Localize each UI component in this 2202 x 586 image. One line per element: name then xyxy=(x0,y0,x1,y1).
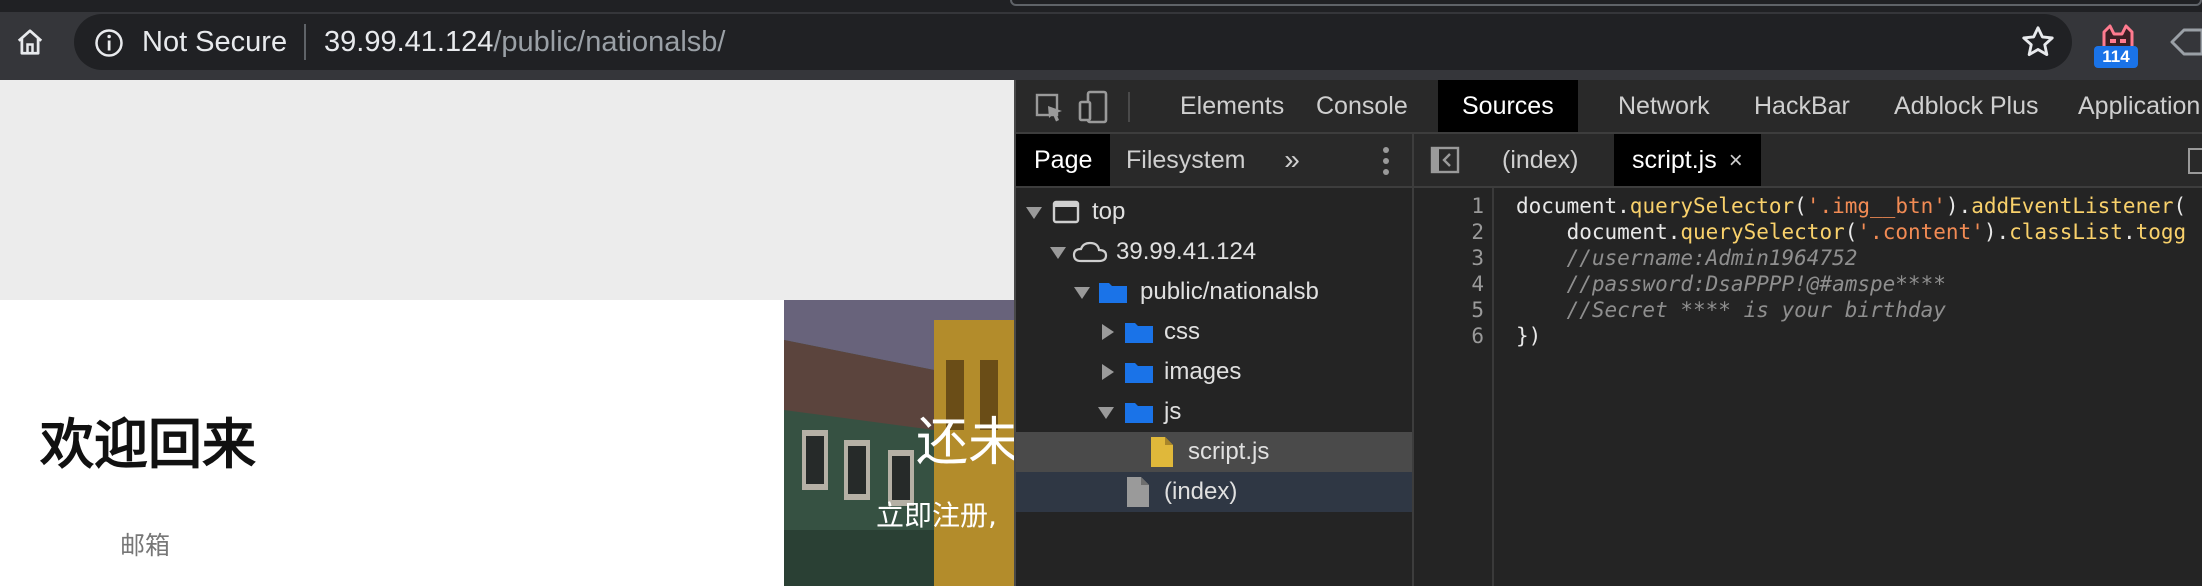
tree-item-label: public/nationalsb xyxy=(1140,278,1319,305)
web-page: 欢迎回来 邮箱 还未 立即注册, xyxy=(0,80,1014,586)
tree-item-folder-css[interactable]: css xyxy=(1016,312,1412,352)
home-button[interactable] xyxy=(12,24,48,60)
tree-item-label: script.js xyxy=(1188,438,1270,465)
code-line-2: document.querySelector('.content').class… xyxy=(1516,220,2187,244)
tree-item-file-script-js[interactable]: script.js xyxy=(1016,432,1412,472)
tree-item-label: top xyxy=(1092,198,1126,225)
editor-tab-bar: (index) script.js × xyxy=(1414,134,2202,188)
welcome-heading: 欢迎回来 xyxy=(40,413,256,476)
collapse-arrow-icon[interactable] xyxy=(1102,324,1114,340)
folder-icon xyxy=(1099,283,1127,303)
page-header-area xyxy=(0,80,1014,300)
line-number: 4 xyxy=(1471,272,1484,296)
editor-tab-script-js[interactable]: script.js × xyxy=(1614,134,1761,186)
browser-toolbar: Not Secure 39.99.41.124/public/nationals… xyxy=(0,0,2202,80)
line-number: 5 xyxy=(1471,298,1484,322)
line-number: 2 xyxy=(1471,220,1484,244)
frame-icon xyxy=(1052,200,1080,224)
security-status-label[interactable]: Not Secure xyxy=(142,22,287,62)
tab-console[interactable]: Console xyxy=(1294,80,1430,132)
code-line-4: //password:DsaPPPP!@#amspe**** xyxy=(1516,272,1946,296)
line-number: 3 xyxy=(1471,246,1484,270)
line-number: 6 xyxy=(1471,324,1484,348)
code-line-5: //Secret **** is your birthday xyxy=(1516,298,1946,322)
tree-item-label: (index) xyxy=(1164,478,1238,505)
script-file-icon xyxy=(1151,437,1173,467)
collapse-arrow-icon[interactable] xyxy=(1102,364,1114,380)
tree-item-file-index[interactable]: (index) xyxy=(1016,472,1412,512)
devtools-main-toolbar: Elements Console Sources Network HackBar… xyxy=(1016,80,2202,134)
extension-icon-partial[interactable] xyxy=(2164,22,2202,62)
email-label: 邮箱 xyxy=(120,531,171,560)
file-tree: top 39.99.41.124 public/nationalsb css i… xyxy=(1016,188,1414,586)
editor-tab-label: script.js xyxy=(1632,146,1717,174)
info-icon[interactable] xyxy=(94,28,124,58)
cloud-icon xyxy=(1072,241,1108,263)
editor-tab-label: (index) xyxy=(1502,146,1579,174)
folder-icon xyxy=(1125,323,1153,343)
tab-application[interactable]: Application xyxy=(2056,80,2202,132)
more-options-icon[interactable] xyxy=(1378,144,1394,178)
tab-adblock-plus[interactable]: Adblock Plus xyxy=(1872,80,2061,132)
line-number: 1 xyxy=(1471,194,1484,218)
code-line-1: document.querySelector('.img__btn').addE… xyxy=(1516,194,2187,218)
toggle-debugger-sidebar-icon[interactable] xyxy=(2188,148,2202,174)
close-icon[interactable]: × xyxy=(1729,135,1743,187)
expand-arrow-icon[interactable] xyxy=(1074,287,1090,299)
navigator-toolbar: Page Filesystem » xyxy=(1016,134,1414,188)
folder-icon xyxy=(1125,403,1153,423)
url-text[interactable]: 39.99.41.124/public/nationalsb/ xyxy=(324,22,725,62)
tree-item-domain[interactable]: 39.99.41.124 xyxy=(1016,232,1412,272)
code-line-3: //username:Admin1964752 xyxy=(1516,246,1858,270)
toolbar-separator xyxy=(1128,92,1130,122)
code-line-6: }) xyxy=(1516,324,1542,348)
tree-item-folder-images[interactable]: images xyxy=(1016,352,1412,392)
url-host: 39.99.41.124 xyxy=(324,26,494,58)
tree-item-label: images xyxy=(1164,358,1242,385)
more-tabs-chevron-icon[interactable]: » xyxy=(1272,142,1312,178)
document-file-icon xyxy=(1127,477,1149,507)
active-tab-edge xyxy=(1010,0,2202,6)
tab-elements[interactable]: Elements xyxy=(1158,80,1306,132)
hero-title: 还未 xyxy=(916,413,1014,473)
expand-arrow-icon[interactable] xyxy=(1026,207,1042,219)
tab-sources[interactable]: Sources xyxy=(1438,80,1578,132)
expand-arrow-icon[interactable] xyxy=(1050,247,1066,259)
star-icon[interactable] xyxy=(2020,24,2056,60)
tree-item-label: 39.99.41.124 xyxy=(1116,238,1257,265)
url-path: /public/nationalsb/ xyxy=(493,26,726,58)
editor-tab-index[interactable]: (index) xyxy=(1484,134,1596,186)
tree-item-label: css xyxy=(1164,318,1200,345)
line-number-gutter: 1 2 3 4 5 6 xyxy=(1414,188,1494,586)
tab-network[interactable]: Network xyxy=(1596,80,1732,132)
devtools-panel: Elements Console Sources Network HackBar… xyxy=(1014,80,2202,586)
inspect-element-icon[interactable] xyxy=(1034,92,1066,124)
tree-item-top[interactable]: top xyxy=(1016,192,1412,232)
hero-subtitle: 立即注册, xyxy=(876,499,997,532)
tab-filesystem[interactable]: Filesystem xyxy=(1108,134,1263,186)
device-toolbar-icon[interactable] xyxy=(1078,90,1110,124)
expand-arrow-icon[interactable] xyxy=(1098,407,1114,419)
omnibox-divider xyxy=(304,24,306,60)
toggle-navigator-icon[interactable] xyxy=(1430,146,1460,174)
code-editor[interactable]: document.querySelector('.img__btn').addE… xyxy=(1496,188,2202,586)
folder-icon xyxy=(1125,363,1153,383)
home-icon xyxy=(17,29,43,55)
tree-item-label: js xyxy=(1164,398,1182,425)
tab-page[interactable]: Page xyxy=(1016,134,1111,186)
tree-item-folder-js[interactable]: js xyxy=(1016,392,1412,432)
tab-hackbar[interactable]: HackBar xyxy=(1732,80,1872,132)
extension-badge: 114 xyxy=(2094,46,2138,68)
tree-item-folder-public-nationalsb[interactable]: public/nationalsb xyxy=(1016,272,1412,312)
